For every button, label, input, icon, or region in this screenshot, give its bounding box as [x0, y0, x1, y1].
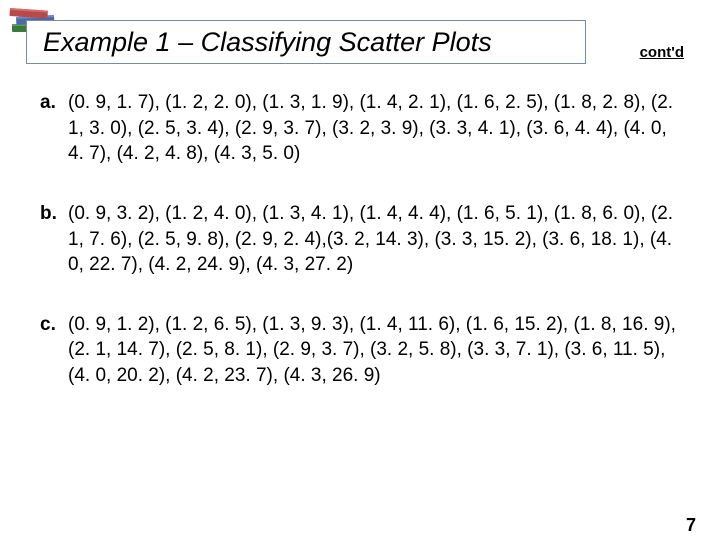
page-number: 7 [686, 515, 696, 536]
item-label-a: a. [40, 90, 68, 167]
item-body-b: (0. 9, 3. 2), (1. 2, 4. 0), (1. 3, 4. 1)… [68, 201, 680, 278]
title-bar: Example 1 – Classifying Scatter Plots [26, 20, 586, 64]
item-label-b: b. [40, 201, 68, 278]
list-item: c. (0. 9, 1. 2), (1. 2, 6. 5), (1. 3, 9.… [40, 312, 680, 389]
list-item: a. (0. 9, 1. 7), (1. 2, 2. 0), (1. 3, 1.… [40, 90, 680, 167]
header: Example 1 – Classifying Scatter Plots co… [0, 10, 720, 66]
continued-label: cont'd [640, 44, 684, 61]
page-title: Example 1 – Classifying Scatter Plots [43, 27, 492, 58]
item-label-c: c. [40, 312, 68, 389]
content: a. (0. 9, 1. 7), (1. 2, 2. 0), (1. 3, 1.… [0, 66, 720, 389]
list-item: b. (0. 9, 3. 2), (1. 2, 4. 0), (1. 3, 4.… [40, 201, 680, 278]
item-body-c: (0. 9, 1. 2), (1. 2, 6. 5), (1. 3, 9. 3)… [68, 312, 680, 389]
item-body-a: (0. 9, 1. 7), (1. 2, 2. 0), (1. 3, 1. 9)… [68, 90, 680, 167]
